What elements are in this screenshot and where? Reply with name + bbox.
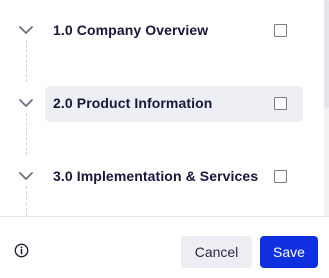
chevron-down-icon[interactable]: [17, 169, 35, 183]
chevron-down-icon[interactable]: [17, 96, 35, 110]
section-label: 2.0 Product Information: [53, 95, 213, 111]
section-list: 1.0 Company Overview 2.0 Product Informa…: [0, 0, 320, 216]
section-label: 1.0 Company Overview: [53, 22, 209, 38]
section-checkbox[interactable]: [274, 24, 287, 37]
scrollbar-thumb[interactable]: [324, 0, 329, 108]
scrollbar[interactable]: [324, 0, 329, 216]
section-row-company-overview[interactable]: 1.0 Company Overview: [0, 13, 320, 49]
info-icon[interactable]: [14, 243, 29, 258]
section-panel: 1.0 Company Overview 2.0 Product Informa…: [0, 0, 329, 278]
section-label: 3.0 Implementation & Services: [53, 168, 259, 184]
section-checkbox[interactable]: [274, 170, 287, 183]
chevron-down-icon[interactable]: [17, 23, 35, 37]
section-row-product-information[interactable]: 2.0 Product Information: [0, 86, 320, 122]
section-checkbox[interactable]: [274, 97, 287, 110]
save-button[interactable]: Save: [260, 236, 318, 268]
cancel-button[interactable]: Cancel: [181, 236, 252, 268]
footer-bar: Cancel Save: [0, 216, 329, 278]
section-row-implementation-services[interactable]: 3.0 Implementation & Services: [0, 159, 320, 195]
